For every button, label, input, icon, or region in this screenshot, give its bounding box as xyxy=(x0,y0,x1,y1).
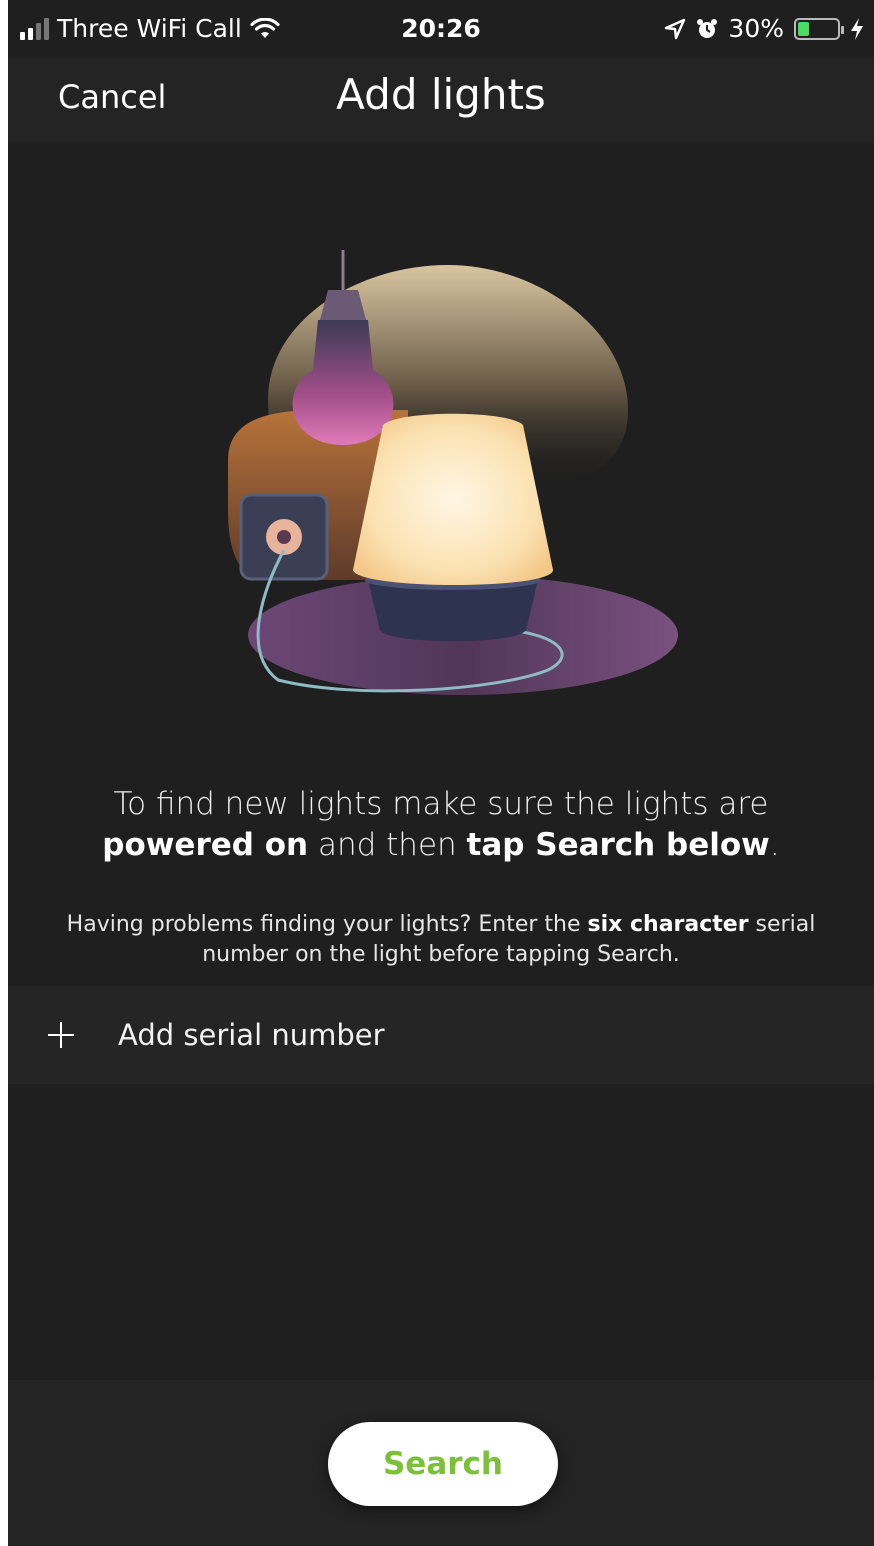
help-bold: six character xyxy=(587,912,749,937)
battery-percent: 30% xyxy=(728,14,784,43)
bottom-bar: Search xyxy=(8,1380,874,1546)
instructions-text: To find new lights make sure the lights … xyxy=(48,784,834,866)
help-text: Having problems finding your lights? Ent… xyxy=(48,910,834,970)
instructions-bold: tap Search below xyxy=(466,827,770,863)
status-right: 30% xyxy=(664,14,864,43)
app-screen: Three WiFi Call 20:26 30% Cancel Add lig… xyxy=(8,0,874,1546)
plus-icon xyxy=(48,1022,74,1048)
battery-icon xyxy=(794,17,844,40)
instructions-part: and then xyxy=(308,827,467,863)
charging-bolt-icon xyxy=(851,17,863,40)
alarm-icon xyxy=(697,18,718,38)
add-serial-number-label: Add serial number xyxy=(118,1018,385,1052)
page-title: Add lights xyxy=(336,70,546,119)
lamp-illustration xyxy=(228,250,678,695)
instructions-part: . xyxy=(769,827,780,863)
battery-fill xyxy=(798,21,810,36)
nav-bar: Cancel Add lights xyxy=(8,58,874,142)
add-serial-number-button[interactable]: Add serial number xyxy=(8,986,874,1084)
status-bar: Three WiFi Call 20:26 30% xyxy=(8,0,874,58)
instructions-part: To find new lights make sure the lights … xyxy=(113,786,769,822)
instructions-bold: powered on xyxy=(102,827,309,863)
search-button[interactable]: Search xyxy=(328,1422,558,1506)
location-arrow-icon xyxy=(665,18,686,39)
help-part: Having problems finding your lights? Ent… xyxy=(66,912,588,937)
